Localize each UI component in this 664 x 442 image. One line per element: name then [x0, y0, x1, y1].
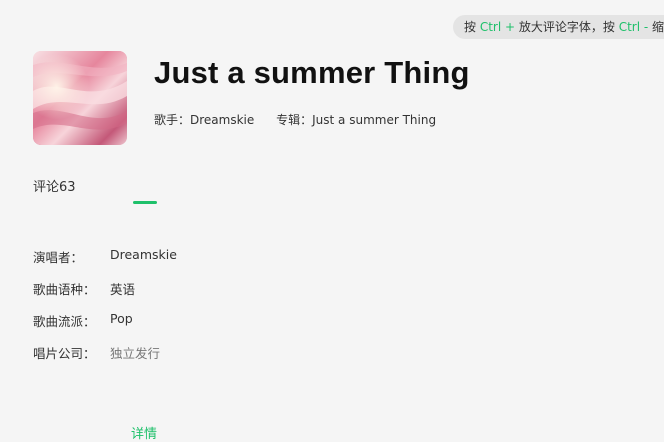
- zoom-out-shortcut: Ctrl -: [618, 20, 649, 34]
- active-tab-indicator: [133, 201, 157, 204]
- tab-details[interactable]: 详情: [131, 423, 157, 442]
- artist-link[interactable]: Dreamskie: [190, 113, 254, 127]
- album-info: 专辑：Just a summer Thing: [276, 113, 436, 127]
- hint-zoom-in-text: 放大评论字体，按: [515, 20, 619, 34]
- detail-label: 演唱者：: [33, 250, 84, 265]
- song-meta: 歌手：Dreamskie 专辑：Just a summer Thing: [154, 111, 454, 128]
- detail-value: Dreamskie: [110, 247, 177, 262]
- hint-prefix: 按: [464, 20, 480, 34]
- detail-value: 独立发行: [110, 346, 161, 361]
- detail-value: Pop: [110, 311, 133, 326]
- artist-label: 歌手：: [154, 113, 191, 127]
- detail-value: 英语: [110, 282, 136, 297]
- zoom-in-shortcut: Ctrl +: [479, 20, 516, 34]
- detail-label: 唱片公司：: [33, 346, 96, 361]
- album-cover[interactable]: [33, 51, 127, 145]
- font-size-hint: 按 Ctrl + 放大评论字体，按 Ctrl - 缩: [453, 15, 664, 39]
- detail-label: 歌曲语种：: [33, 282, 96, 297]
- song-title: Just a summer Thing: [154, 55, 470, 90]
- detail-label: 歌曲流派：: [33, 314, 96, 329]
- hint-zoom-out-text: 缩: [648, 20, 664, 34]
- album-link[interactable]: Just a summer Thing: [312, 113, 436, 127]
- tab-comments[interactable]: 评论63: [33, 176, 76, 195]
- album-label: 专辑：: [276, 113, 313, 127]
- artist-info: 歌手：Dreamskie: [154, 113, 254, 127]
- album-cover-art: [33, 51, 127, 145]
